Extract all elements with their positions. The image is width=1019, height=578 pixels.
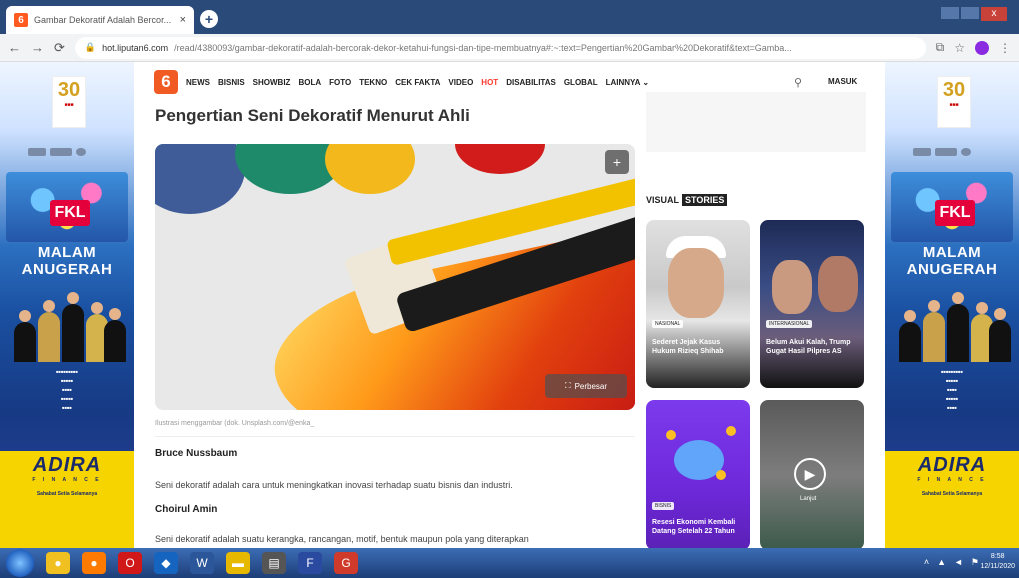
story-card[interactable]: ▶ Lanjut xyxy=(760,400,864,548)
tray-flag-icon[interactable]: ⚑ xyxy=(971,557,979,568)
address-bar-icons: ⧉ ☆ ⋮ xyxy=(936,40,1011,55)
expand-plus-icon[interactable]: + xyxy=(605,150,629,174)
reload-icon[interactable]: ⟳ xyxy=(54,40,65,56)
sponsor-logos xyxy=(913,146,1013,158)
windows-taskbar: ● ● O ◆ W ▬ ▤ F G ˄ ▲ ◄ ⚑ 8:58 12/11/202… xyxy=(0,548,1019,578)
story-badge: INTERNASIONAL xyxy=(766,320,813,328)
nav-item[interactable]: CEK FAKTA xyxy=(395,78,440,87)
tray-arrow-icon[interactable]: ˄ xyxy=(924,557,929,568)
anniversary-logo: 30 ■■■ xyxy=(52,76,86,128)
nav-item[interactable]: TEKNO xyxy=(359,78,387,87)
story-badge: BISNIS xyxy=(652,502,675,510)
forward-icon[interactable]: → xyxy=(31,40,44,55)
enlarge-icon: ⛶ xyxy=(564,381,571,390)
banner-people xyxy=(8,292,126,362)
site-favicon-icon: 6 xyxy=(14,13,28,27)
url-path: /read/4380093/gambar-dekoratif-adalah-be… xyxy=(174,42,792,53)
url-input[interactable]: 🔒 hot.liputan6.com /read/4380093/gambar-… xyxy=(74,36,926,59)
app-icon[interactable]: ◆ xyxy=(154,552,178,574)
minimize-button[interactable] xyxy=(941,7,959,19)
right-ad-banner[interactable]: 30 ■■■ FKL MALAM ANUGERAH ■■■■■■■■■ ■■■■■… xyxy=(885,62,1019,548)
chrome-active-icon[interactable]: G xyxy=(334,552,358,574)
story-card[interactable]: INTERNASIONAL Belum Akui Kalah, Trump Gu… xyxy=(760,220,864,388)
close-window-button[interactable]: x xyxy=(981,7,1007,21)
app2-icon[interactable]: ▤ xyxy=(262,552,286,574)
expert-name: Choirul Amin xyxy=(155,504,218,515)
cast-icon[interactable]: ⧉ xyxy=(936,40,945,55)
opera-icon[interactable]: O xyxy=(118,552,142,574)
article-paragraph: Seni dekoratif adalah cara untuk meningk… xyxy=(155,480,513,490)
enlarge-button[interactable]: ⛶ Perbesar xyxy=(545,374,627,398)
image-caption: Ilustrasi menggambar (dok. Unsplash.com/… xyxy=(155,420,315,427)
left-ad-banner[interactable]: 30 ■■■ FKL MALAM ANUGERAH ■■■■■■■■■ ■■■■■… xyxy=(0,62,134,548)
start-button[interactable] xyxy=(6,549,34,577)
browser-tab[interactable]: 6 Gambar Dekoratif Adalah Bercor... × xyxy=(6,6,194,34)
banner-headline: MALAM ANUGERAH xyxy=(906,244,998,278)
explorer-icon[interactable]: ▬ xyxy=(226,552,250,574)
nav-item[interactable]: NEWS xyxy=(186,78,210,87)
word-icon[interactable]: W xyxy=(190,552,214,574)
story-title: Belum Akui Kalah, Trump Gugat Hasil Pilp… xyxy=(766,339,851,355)
visual-stories-label: VISUAL STORIES xyxy=(646,194,728,206)
adira-sponsor: ADIRA F I N A N C E Sahabat Setia Selama… xyxy=(32,454,102,497)
nav-item[interactable]: FOTO xyxy=(329,78,351,87)
play-label: Lanjut xyxy=(800,496,817,502)
menu-dots-icon[interactable]: ⋮ xyxy=(999,41,1011,55)
site-logo[interactable]: 6 xyxy=(154,70,178,94)
fkl-badge: FKL xyxy=(935,200,975,226)
tab-title: Gambar Dekoratif Adalah Bercor... xyxy=(34,15,172,25)
system-tray: ˄ ▲ ◄ ⚑ xyxy=(924,557,979,568)
article-paragraph: Seni dekoratif adalah suatu kerangka, ra… xyxy=(155,534,529,544)
login-link[interactable]: MASUK xyxy=(828,77,857,86)
story-title: Resesi Ekonomi Kembali Datang Setelah 22… xyxy=(652,519,736,535)
address-bar: ← → ⟳ 🔒 hot.liputan6.com /read/4380093/g… xyxy=(0,34,1019,62)
sidebar-ad-slot xyxy=(646,92,866,152)
anniversary-logo: 30 ■■■ xyxy=(937,76,971,128)
banner-credits: ■■■■■■■■■ ■■■■■ ■■■■ ■■■■■ ■■■■ xyxy=(56,369,78,410)
nav-item-hot[interactable]: HOT xyxy=(481,78,498,87)
nav-item-more[interactable]: LAINNYA ⌄ xyxy=(606,78,649,87)
new-tab-button[interactable]: + xyxy=(200,10,218,28)
browser-tabbar: 6 Gambar Dekoratif Adalah Bercor... × + … xyxy=(0,0,1019,34)
sponsor-logos xyxy=(28,146,128,158)
banner-headline: MALAM ANUGERAH xyxy=(21,244,113,278)
tab-close-icon[interactable]: × xyxy=(180,14,186,26)
nav-item[interactable]: SHOWBIZ xyxy=(253,78,291,87)
adira-sponsor: ADIRA F I N A N C E Sahabat Setia Selama… xyxy=(917,454,987,497)
window-controls: x xyxy=(931,4,1011,24)
main-nav: NEWS BISNIS SHOWBIZ BOLA FOTO TEKNO CEK … xyxy=(186,78,649,87)
nav-item[interactable]: BISNIS xyxy=(218,78,245,87)
taskbar-clock[interactable]: 8:58 12/11/2020 xyxy=(980,552,1015,572)
url-host: hot.liputan6.com xyxy=(102,42,169,53)
nav-item[interactable]: VIDEO xyxy=(448,78,473,87)
fkl-badge: FKL xyxy=(50,200,90,226)
page-viewport: 30 ■■■ FKL MALAM ANUGERAH ■■■■■■■■■ ■■■■■… xyxy=(0,62,1019,548)
divider xyxy=(155,436,635,437)
maximize-button[interactable] xyxy=(961,7,979,19)
chrome-icon[interactable]: ● xyxy=(46,552,70,574)
tray-network-icon[interactable]: ▲ xyxy=(937,557,946,568)
banner-credits: ■■■■■■■■■ ■■■■■ ■■■■ ■■■■■ ■■■■ xyxy=(941,369,963,410)
firefox-icon[interactable]: ● xyxy=(82,552,106,574)
banner-people xyxy=(893,292,1011,362)
story-title: Sederet Jejak Kasus Hukum Rizieq Shihab xyxy=(652,339,724,355)
nav-item[interactable]: BOLA xyxy=(298,78,321,87)
article-hero-image[interactable]: + ⛶ Perbesar xyxy=(155,144,635,410)
story-badge: NASIONAL xyxy=(652,320,684,328)
search-icon[interactable]: ⚲ xyxy=(794,76,802,89)
lock-icon: 🔒 xyxy=(84,42,97,52)
app3-icon[interactable]: F xyxy=(298,552,322,574)
tray-volume-icon[interactable]: ◄ xyxy=(954,557,963,568)
nav-item[interactable]: DISABILITAS xyxy=(506,78,556,87)
back-icon[interactable]: ← xyxy=(8,40,21,55)
play-icon[interactable]: ▶ xyxy=(794,458,826,490)
bookmark-star-icon[interactable]: ☆ xyxy=(954,41,965,55)
article-heading: Pengertian Seni Dekoratif Menurut Ahli xyxy=(155,106,470,125)
expert-name: Bruce Nussbaum xyxy=(155,448,238,459)
nav-item[interactable]: GLOBAL xyxy=(564,78,598,87)
profile-avatar[interactable] xyxy=(975,40,989,55)
story-card[interactable]: NASIONAL Sederet Jejak Kasus Hukum Rizie… xyxy=(646,220,750,388)
story-card[interactable]: BISNIS Resesi Ekonomi Kembali Datang Set… xyxy=(646,400,750,548)
